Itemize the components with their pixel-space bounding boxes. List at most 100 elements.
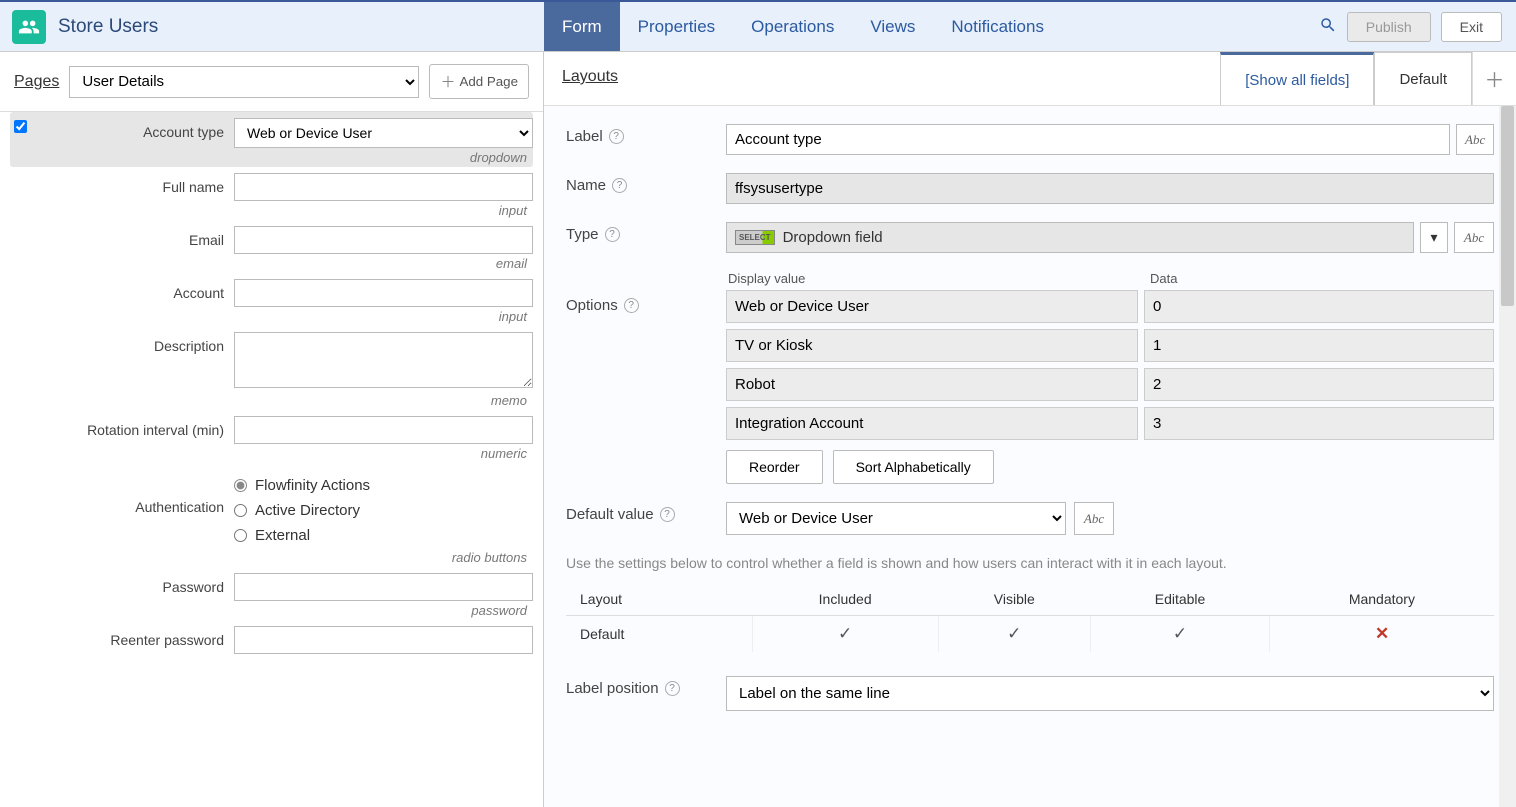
app-header: Store Users Form Properties Operations V…	[0, 0, 1516, 52]
exit-button[interactable]: Exit	[1441, 12, 1502, 42]
abc-button[interactable]: Abc	[1456, 124, 1494, 155]
option-display-input[interactable]	[726, 368, 1138, 401]
search-icon[interactable]	[1319, 16, 1337, 37]
field-label: Full name	[34, 173, 234, 195]
cross-icon[interactable]: ✕	[1375, 624, 1389, 643]
field-label: Reenter password	[34, 626, 234, 648]
label-position-select[interactable]: Label on the same line	[726, 676, 1494, 711]
layout-th-layout: Layout	[566, 583, 752, 616]
fields-list: Account type Web or Device User dropdown…	[0, 112, 543, 807]
reorder-button[interactable]: Reorder	[726, 450, 823, 484]
help-icon[interactable]: ?	[665, 681, 680, 696]
help-icon[interactable]: ?	[660, 507, 675, 522]
tab-notifications[interactable]: Notifications	[933, 2, 1062, 51]
page-title: Store Users	[58, 16, 158, 38]
tab-operations[interactable]: Operations	[733, 2, 852, 51]
add-page-label: Add Page	[459, 74, 518, 89]
check-icon[interactable]: ✓	[838, 624, 852, 643]
header-left: Store Users	[0, 2, 544, 51]
check-icon[interactable]: ✓	[1173, 624, 1187, 643]
pages-label[interactable]: Pages	[14, 73, 59, 91]
reenter-password-input[interactable]	[234, 626, 533, 654]
field-row-full-name[interactable]: Full name input	[10, 167, 533, 220]
scrollbar[interactable]	[1499, 106, 1516, 807]
tab-form[interactable]: Form	[544, 2, 620, 51]
main-area: Pages User Details ＋ Add Page Account ty…	[0, 52, 1516, 807]
radio-external[interactable]: External	[234, 523, 533, 548]
help-icon[interactable]: ?	[612, 178, 627, 193]
right-panel: Layouts [Show all fields] Default ＋ Labe…	[544, 52, 1516, 807]
tab-views[interactable]: Views	[852, 2, 933, 51]
prop-label-text: Type	[566, 226, 599, 243]
field-label: Rotation interval (min)	[34, 416, 234, 438]
default-value-select[interactable]: Web or Device User	[726, 502, 1066, 535]
abc-button[interactable]: Abc	[1454, 222, 1494, 253]
field-row-authentication[interactable]: Authentication Flowfinity Actions Active…	[10, 463, 533, 567]
prop-label-text: Label	[566, 128, 603, 145]
option-display-input[interactable]	[726, 290, 1138, 323]
prop-row-type: Type? SELECT Dropdown field ▾ Abc	[566, 222, 1494, 253]
main-tabs: Form Properties Operations Views Notific…	[544, 2, 1305, 51]
radio-flowfinity[interactable]: Flowfinity Actions	[234, 473, 533, 498]
account-type-select[interactable]: Web or Device User	[234, 118, 533, 148]
abc-button[interactable]: Abc	[1074, 502, 1114, 535]
option-data-input[interactable]	[1144, 290, 1494, 323]
options-header-data: Data	[1144, 271, 1494, 286]
field-label: Account type	[34, 118, 234, 140]
tab-properties[interactable]: Properties	[620, 2, 733, 51]
option-display-input[interactable]	[726, 407, 1138, 440]
type-dropdown-button[interactable]: ▾	[1420, 222, 1448, 253]
prop-label-text: Options	[566, 297, 618, 314]
scrollbar-thumb[interactable]	[1501, 106, 1514, 306]
full-name-input[interactable]	[234, 173, 533, 201]
field-row-password[interactable]: Password password	[10, 567, 533, 620]
field-checkbox[interactable]	[14, 120, 27, 133]
prop-label-text: Default value	[566, 506, 654, 523]
password-input[interactable]	[234, 573, 533, 601]
sort-alpha-button[interactable]: Sort Alphabetically	[833, 450, 994, 484]
field-label: Authentication	[34, 469, 234, 515]
layout-th-editable: Editable	[1090, 583, 1270, 616]
prop-row-label: Label? Abc	[566, 124, 1494, 155]
layout-tab-default[interactable]: Default	[1374, 52, 1472, 105]
add-page-button[interactable]: ＋ Add Page	[429, 64, 529, 99]
properties-area: Label? Abc Name? Type? SELECT Dropdown f…	[544, 106, 1516, 807]
field-row-account-type[interactable]: Account type Web or Device User dropdown	[10, 112, 533, 167]
field-row-reenter-password[interactable]: Reenter password	[10, 620, 533, 656]
description-textarea[interactable]	[234, 332, 533, 388]
header-actions: Publish Exit	[1305, 2, 1516, 51]
layouts-label[interactable]: Layouts	[544, 52, 636, 105]
field-row-email[interactable]: Email email	[10, 220, 533, 273]
field-row-rotation[interactable]: Rotation interval (min) numeric	[10, 410, 533, 463]
radio-active-directory[interactable]: Active Directory	[234, 498, 533, 523]
field-type-hint: numeric	[10, 444, 533, 461]
publish-button[interactable]: Publish	[1347, 12, 1431, 42]
add-layout-button[interactable]: ＋	[1472, 52, 1516, 105]
account-input[interactable]	[234, 279, 533, 307]
layout-row-name: Default	[566, 616, 752, 653]
option-data-input[interactable]	[1144, 407, 1494, 440]
email-input[interactable]	[234, 226, 533, 254]
prop-row-options: Options? Display value Data	[566, 271, 1494, 484]
help-icon[interactable]: ?	[624, 298, 639, 313]
help-icon[interactable]: ?	[605, 227, 620, 242]
check-icon[interactable]: ✓	[1007, 624, 1021, 643]
rotation-input[interactable]	[234, 416, 533, 444]
plus-icon: ＋	[440, 71, 455, 92]
type-value-text: Dropdown field	[783, 229, 883, 246]
field-row-account[interactable]: Account input	[10, 273, 533, 326]
type-display: SELECT Dropdown field	[726, 222, 1414, 253]
name-input	[726, 173, 1494, 204]
field-type-hint: input	[10, 307, 533, 324]
option-data-input[interactable]	[1144, 368, 1494, 401]
option-display-input[interactable]	[726, 329, 1138, 362]
layout-th-visible: Visible	[938, 583, 1090, 616]
option-data-input[interactable]	[1144, 329, 1494, 362]
layout-tab-show-all[interactable]: [Show all fields]	[1220, 52, 1374, 105]
options-header: Display value Data	[726, 271, 1494, 286]
label-input[interactable]	[726, 124, 1450, 155]
pages-select[interactable]: User Details	[69, 66, 419, 98]
field-row-description[interactable]: Description memo	[10, 326, 533, 410]
field-type-hint: password	[10, 601, 533, 618]
help-icon[interactable]: ?	[609, 129, 624, 144]
